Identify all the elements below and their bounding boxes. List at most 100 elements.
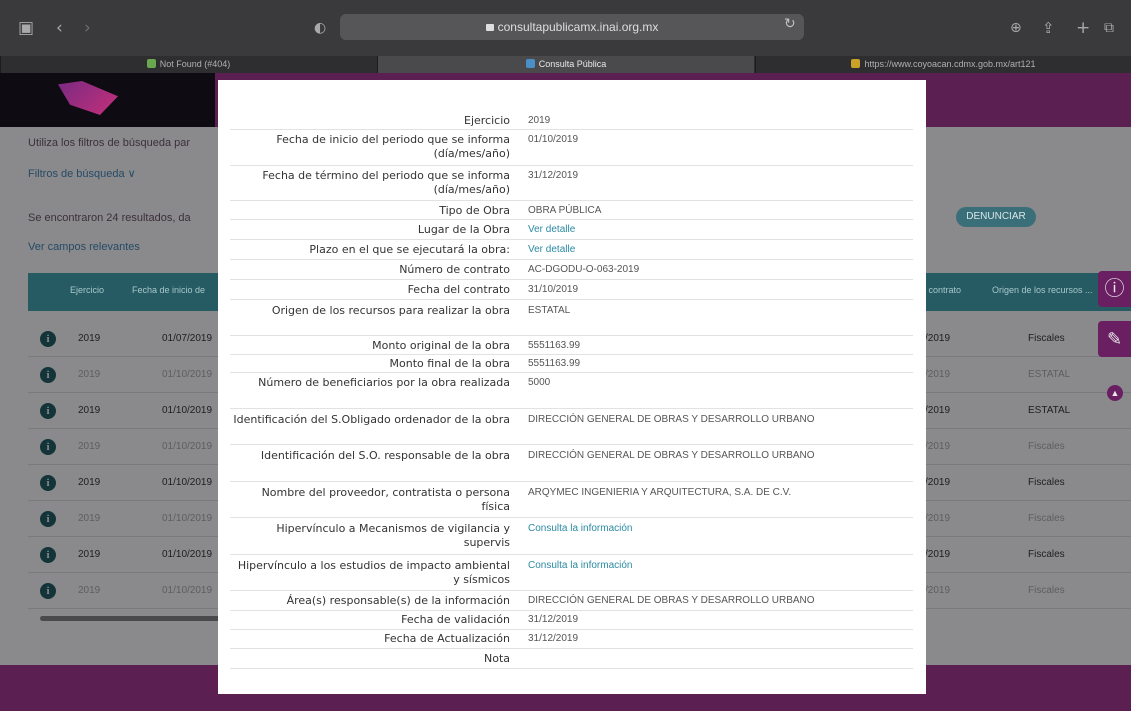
- ver-detalle-link[interactable]: Ver detalle: [528, 243, 575, 257]
- cell-year: 2019: [78, 477, 101, 488]
- info-icon[interactable]: i: [40, 583, 56, 599]
- cell-start-date: 01/10/2019: [162, 369, 213, 380]
- header-logo-band: [0, 73, 215, 127]
- detail-label: Número de beneficiarios por la obra real…: [258, 376, 510, 389]
- detail-row-monto-original: Monto original de la obra 5551163.99: [230, 336, 913, 355]
- detail-value: OBRA PÚBLICA: [528, 205, 602, 216]
- denunciar-button[interactable]: DENUNCIAR: [956, 207, 1036, 227]
- detail-value: ESTATAL: [528, 305, 571, 316]
- cell-start-date: 01/07/2019: [162, 333, 213, 344]
- detail-label: Fecha del contrato: [407, 283, 510, 296]
- detail-value: DIRECCIÓN GENERAL DE OBRAS Y DESARROLLO …: [528, 595, 815, 606]
- detail-label: Identificación del S.O. responsable de l…: [260, 449, 510, 462]
- info-icon[interactable]: i: [40, 475, 56, 491]
- tools-icon[interactable]: ✎: [1098, 321, 1131, 357]
- detail-label: Nombre del proveedor, contratista o pers…: [261, 486, 510, 513]
- forward-icon[interactable]: ›: [84, 18, 91, 38]
- detail-row-fecha-termino: Fecha de término del periodo que se info…: [230, 166, 913, 201]
- info-icon[interactable]: i: [40, 511, 56, 527]
- cell-origin: ESTATAL: [1028, 405, 1071, 416]
- detail-label: Fecha de término del periodo que se info…: [262, 169, 510, 196]
- privacy-shield-icon[interactable]: ◐: [314, 18, 326, 38]
- favicon-icon: [851, 59, 861, 68]
- tab-title: Not Found (#404): [159, 59, 231, 69]
- cell-contract-date: /2019: [925, 477, 951, 488]
- detail-label: Fecha de validación: [401, 613, 510, 626]
- cell-contract-date: /2019: [925, 441, 951, 452]
- sidebar-toggle-icon[interactable]: ▣: [18, 18, 34, 38]
- info-icon[interactable]: i: [40, 367, 56, 383]
- detail-value: 31/10/2019: [528, 284, 579, 295]
- detail-row-tipo-obra: Tipo de Obra OBRA PÚBLICA: [230, 201, 913, 220]
- consulta-informacion-link[interactable]: Consulta la información: [528, 522, 633, 536]
- cell-year: 2019: [78, 549, 101, 560]
- new-tab-icon[interactable]: +: [1076, 18, 1090, 38]
- cell-origin: Fiscales: [1028, 513, 1065, 524]
- detail-label: Origen de los recursos para realizar la …: [271, 304, 510, 317]
- cell-start-date: 01/10/2019: [162, 477, 213, 488]
- detail-label: Hipervínculo a Mecanismos de vigilancia …: [276, 522, 510, 549]
- results-text: Se encontraron 24 resultados, da: [28, 212, 191, 224]
- info-icon[interactable]: i: [40, 439, 56, 455]
- reload-icon[interactable]: ↻: [784, 16, 796, 32]
- relevant-fields-link[interactable]: Ver campos relevantes: [28, 241, 140, 253]
- detail-row-ejercicio: Ejercicio 2019: [230, 112, 913, 130]
- cell-year: 2019: [78, 513, 101, 524]
- detail-label: Hipervínculo a los estudios de impacto a…: [237, 559, 510, 586]
- alert-icon[interactable]: ⓘ: [1098, 271, 1131, 307]
- tab-not-found[interactable]: Not Found (#404): [0, 56, 376, 73]
- detail-row-nota: Nota: [230, 649, 913, 669]
- back-icon[interactable]: ‹: [56, 18, 63, 38]
- cell-year: 2019: [78, 405, 101, 416]
- detail-value: 5000: [528, 377, 551, 388]
- detail-row-fecha-contrato: Fecha del contrato 31/10/2019: [230, 280, 913, 300]
- cell-contract-date: /2019: [925, 513, 951, 524]
- cell-start-date: 01/10/2019: [162, 513, 213, 524]
- scroll-top-icon[interactable]: ▲: [1107, 385, 1123, 401]
- share-icon[interactable]: ⇪: [1042, 18, 1055, 38]
- detail-row-ordenador: Identificación del S.Obligado ordenador …: [230, 409, 913, 445]
- cell-contract-date: /2019: [925, 333, 951, 344]
- tab-overview-icon[interactable]: ⧉: [1104, 18, 1114, 38]
- consulta-informacion-link[interactable]: Consulta la información: [528, 559, 633, 573]
- ver-detalle-link[interactable]: Ver detalle: [528, 223, 575, 237]
- detail-value: 5551163.99: [528, 358, 581, 369]
- th-fecha-contrato[interactable]: l contrato: [924, 285, 961, 295]
- horizontal-scrollbar[interactable]: [40, 616, 220, 621]
- cell-contract-date: /2019: [925, 549, 951, 560]
- filters-link[interactable]: Filtros de búsqueda ∨: [28, 167, 136, 180]
- info-icon[interactable]: i: [40, 403, 56, 419]
- address-bar[interactable]: consultapublicamx.inai.org.mx: [340, 14, 804, 40]
- detail-row-numero-contrato: Número de contrato AC-DGODU-O-063-2019: [230, 260, 913, 280]
- inai-logo: [58, 81, 118, 115]
- favicon-icon: [146, 59, 156, 68]
- info-icon[interactable]: i: [40, 547, 56, 563]
- tab-title: Consulta Pública: [538, 59, 607, 69]
- detail-label: Tipo de Obra: [439, 204, 510, 217]
- th-fecha-inicio[interactable]: Fecha de inicio de: [132, 285, 205, 295]
- cell-origin: Fiscales: [1028, 441, 1065, 452]
- detail-value: 31/12/2019: [528, 633, 579, 644]
- detail-row-responsable: Identificación del S.O. responsable de l…: [230, 445, 913, 482]
- tab-consulta-publica[interactable]: Consulta Pública: [377, 56, 754, 73]
- detail-value: 5551163.99: [528, 340, 581, 351]
- cell-contract-date: /2019: [925, 369, 951, 380]
- detail-label: Número de contrato: [399, 263, 510, 276]
- cell-start-date: 01/10/2019: [162, 585, 213, 596]
- download-icon[interactable]: ⊕: [1010, 18, 1022, 38]
- detail-row-vigilancia: Hipervínculo a Mecanismos de vigilancia …: [230, 518, 913, 555]
- detail-value: ARQYMEC INGENIERIA Y ARQUITECTURA, S.A. …: [528, 487, 792, 498]
- detail-value: DIRECCIÓN GENERAL DE OBRAS Y DESARROLLO …: [528, 450, 815, 461]
- detail-label: Lugar de la Obra: [417, 223, 510, 236]
- detail-label: Plazo en el que se ejecutará la obra:: [309, 243, 510, 256]
- detail-label: Fecha de inicio del periodo que se infor…: [276, 133, 510, 160]
- detail-value: DIRECCIÓN GENERAL DE OBRAS Y DESARROLLO …: [528, 414, 815, 425]
- cell-origin: Fiscales: [1028, 477, 1065, 488]
- th-origen-recursos[interactable]: Origen de los recursos ...: [992, 285, 1093, 295]
- intro-text: Utiliza los filtros de búsqueda par: [28, 137, 191, 149]
- info-icon[interactable]: i: [40, 331, 56, 347]
- cell-origin: Fiscales: [1028, 549, 1065, 560]
- th-ejercicio[interactable]: Ejercicio: [70, 285, 104, 295]
- detail-row-proveedor: Nombre del proveedor, contratista o pers…: [230, 482, 913, 518]
- tab-coyoacan[interactable]: https://www.coyoacan.cdmx.gob.mx/art121: [755, 56, 1131, 73]
